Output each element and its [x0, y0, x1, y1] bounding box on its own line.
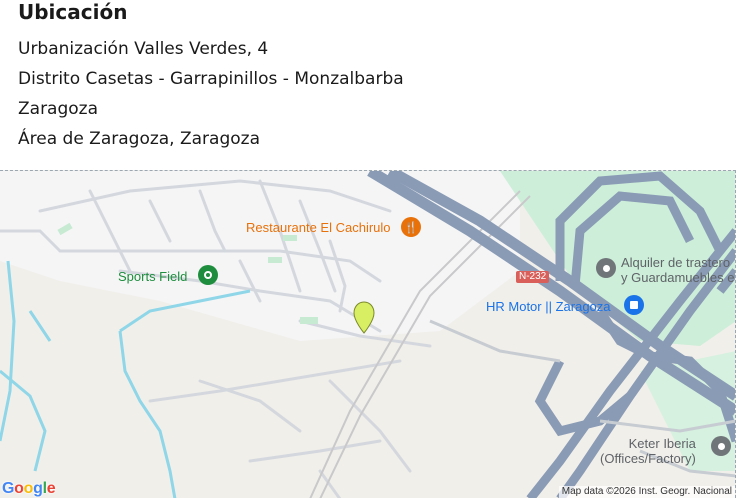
map-attribution-text: Map data ©2026 Inst. Geogr. Nacional — [561, 486, 732, 497]
location-heading: Ubicación — [18, 0, 128, 24]
road-badge-n232: N-232 — [516, 271, 550, 283]
map-view[interactable]: N-232 Restaurante El Cachirulo 🍴 Sports … — [0, 170, 736, 498]
place-icon[interactable] — [596, 258, 616, 278]
fork-knife-icon[interactable]: 🍴 — [401, 217, 421, 237]
poi-storage[interactable]: Alquiler de trastero y Guardamuebles e — [621, 255, 734, 285]
map-attribution[interactable]: Map data ©2026 Inst. Geogr. Nacional — [558, 486, 735, 498]
poi-hr-motor-label: HR Motor || Zaragoza — [486, 299, 611, 314]
poi-restaurant[interactable]: Restaurante El Cachirulo — [246, 220, 391, 235]
google-logo[interactable]: Google — [2, 480, 56, 498]
shopping-bag-icon[interactable] — [624, 295, 644, 315]
poi-storage-label-2: y Guardamuebles e — [621, 270, 735, 285]
address-district: Distrito Casetas - Garrapinillos - Monza… — [18, 69, 404, 89]
poi-restaurant-label: Restaurante El Cachirulo — [246, 220, 391, 235]
address-region: Área de Zaragoza, Zaragoza — [18, 129, 260, 149]
poi-sports-field-label: Sports Field — [118, 269, 188, 284]
poi-hr-motor[interactable]: HR Motor || Zaragoza — [486, 299, 611, 314]
address-city: Zaragoza — [18, 99, 99, 119]
place-icon[interactable] — [711, 436, 731, 456]
poi-storage-label-1: Alquiler de trastero — [621, 255, 731, 270]
poi-sports-field[interactable]: Sports Field — [118, 269, 187, 284]
poi-keter[interactable]: Keter Iberia (Offices/Factory) — [600, 436, 696, 466]
poi-keter-label-1: Keter Iberia — [628, 436, 696, 451]
poi-keter-label-2: (Offices/Factory) — [600, 451, 696, 466]
sports-field-icon[interactable] — [198, 265, 218, 285]
road-badge-label: N-232 — [519, 271, 547, 282]
location-marker-icon[interactable] — [353, 301, 375, 335]
google-logo-text: Google — [2, 480, 56, 497]
address-street: Urbanización Valles Verdes, 4 — [18, 39, 269, 59]
